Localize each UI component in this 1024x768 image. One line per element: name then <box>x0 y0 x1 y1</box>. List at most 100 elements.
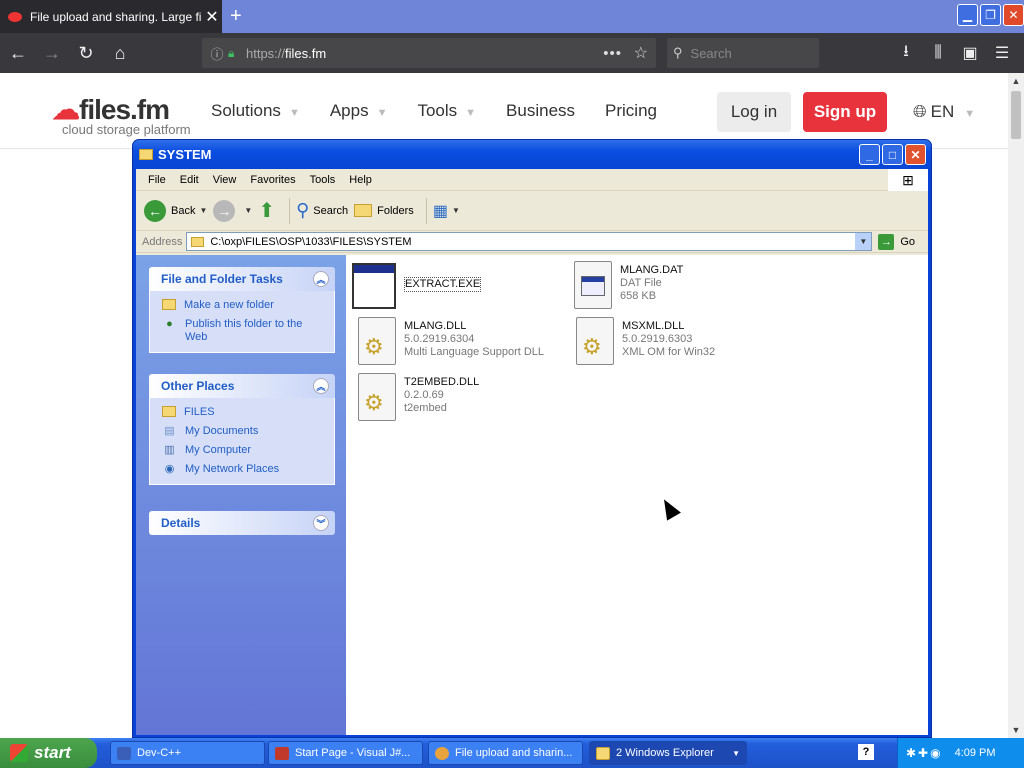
nav-pricing[interactable]: Pricing <box>605 101 657 121</box>
up-folder-button[interactable]: ⬆ <box>258 198 277 223</box>
folders-icon <box>354 204 373 217</box>
home-icon[interactable]: ⌂ <box>104 37 136 69</box>
chevron-down-icon: ▼ <box>288 107 300 119</box>
search-input[interactable]: ⚲ Search <box>667 38 819 68</box>
minimize-icon[interactable]: ▁ <box>957 4 978 26</box>
close-icon[interactable]: ✕ <box>905 144 926 165</box>
explorer-toolbar: ← Back ▼ → ▼ ⬆ ⚲ Search Folders ▦ ▼ <box>136 191 928 231</box>
forward-button[interactable]: → ▼ <box>213 199 252 222</box>
search-icon: ⚲ <box>673 45 683 60</box>
file-name: MLANG.DLL <box>404 320 467 332</box>
file-item[interactable]: ⚙ MSXML.DLL 5.0.2919.6303 XML OM for Win… <box>576 317 715 365</box>
menu-file[interactable]: File <box>141 174 173 186</box>
file-version: 5.0.2919.6304 <box>404 333 475 345</box>
explorer-titlebar[interactable]: SYSTEM <box>133 140 931 169</box>
taskbar-item-devcpp[interactable]: Dev-C++ <box>110 741 265 765</box>
explorer-body: File Edit View Favorites Tools Help ⊞ ← … <box>136 169 928 735</box>
scroll-thumb[interactable] <box>1011 91 1021 139</box>
place-my-computer[interactable]: ▥ My Computer <box>162 444 324 457</box>
place-my-network-places[interactable]: ◉ My Network Places <box>162 463 324 476</box>
task-pane: File and Folder Tasks ︽ Make a new folde… <box>136 255 346 735</box>
lock-icon: 🔒︎ <box>228 45 235 60</box>
page-scrollbar[interactable]: ▲ ▼ <box>1008 73 1024 738</box>
file-description: Multi Language Support DLL <box>404 346 545 358</box>
menu-view[interactable]: View <box>206 174 244 186</box>
menu-icon[interactable]: ☰ <box>988 39 1016 67</box>
expand-icon[interactable]: ︾ <box>313 515 329 531</box>
reload-icon[interactable]: ↻ <box>70 37 102 69</box>
make-new-folder-link[interactable]: Make a new folder <box>162 299 324 312</box>
taskbar-item-visual-j[interactable]: Start Page - Visual J#... <box>268 741 423 765</box>
dll-file-icon: ⚙ <box>358 317 396 365</box>
signup-button[interactable]: Sign up <box>803 92 887 132</box>
file-item[interactable]: ⚙ T2EMBED.DLL 0.2.0.69 t2embed <box>358 373 479 421</box>
browser-tab[interactable]: File upload and sharing. Large file ✕ <box>0 0 222 33</box>
maximize-icon[interactable]: □ <box>882 144 903 165</box>
files-fm-logo[interactable]: ☁files.fm cloud storage platform <box>52 93 191 137</box>
page-actions-icon[interactable]: ••• <box>603 45 622 62</box>
other-places-header[interactable]: Other Places ︽ <box>149 374 335 398</box>
start-button[interactable]: start <box>0 738 97 768</box>
scroll-down-icon[interactable]: ▼ <box>1008 722 1024 738</box>
menu-edit[interactable]: Edit <box>173 174 206 186</box>
go-button[interactable]: → Go <box>878 233 915 250</box>
file-item[interactable]: EXTRACT.EXE <box>352 263 482 309</box>
bookmark-star-icon[interactable]: ☆ <box>634 43 648 63</box>
chevron-down-icon: ▼ <box>376 107 388 119</box>
nav-tools[interactable]: Tools ▼ <box>417 101 476 121</box>
toolbar-separator <box>425 197 427 224</box>
chevron-down-icon[interactable]: ▼ <box>855 233 872 250</box>
taskbar-item-explorer-group[interactable]: 2 Windows Explorer ▼ <box>589 741 747 765</box>
language-selector[interactable]: 🌐︎ EN ▼ <box>913 102 975 122</box>
help-icon[interactable]: ? <box>858 744 874 760</box>
place-my-documents[interactable]: ▤ My Documents <box>162 425 324 438</box>
back-arrow-icon[interactable]: ← <box>2 37 34 69</box>
nav-solutions[interactable]: Solutions ▼ <box>211 101 300 121</box>
details-header[interactable]: Details ︾ <box>149 511 335 535</box>
tab-close-icon[interactable]: ✕ <box>202 7 222 27</box>
file-list: EXTRACT.EXE MLANG.DAT DAT File 658 KB ⚙ … <box>346 255 928 735</box>
folders-button[interactable]: Folders <box>354 204 414 217</box>
nav-business[interactable]: Business <box>506 101 575 121</box>
address-label: Address <box>142 235 183 248</box>
login-button[interactable]: Log in <box>717 92 791 132</box>
views-button[interactable]: ▦ ▼ <box>433 201 460 221</box>
address-field[interactable]: C:\oxp\FILES\OSP\1033\FILES\SYSTEM ▼ <box>186 232 873 251</box>
info-icon[interactable]: ⓘ <box>206 44 228 63</box>
new-tab-button[interactable]: + <box>230 5 242 28</box>
windows-flag-icon <box>10 744 28 762</box>
collapse-icon[interactable]: ︽ <box>313 271 329 287</box>
url-protocol: https:// <box>246 45 286 61</box>
menu-tools[interactable]: Tools <box>303 174 343 186</box>
minimize-icon[interactable]: _ <box>859 144 880 165</box>
tray-icons[interactable]: ✱✚◉ <box>906 746 943 760</box>
folder-icon <box>191 236 205 247</box>
url-host: files.fm <box>285 45 327 61</box>
publish-folder-link[interactable]: ● Publish this folder to the Web <box>162 318 324 344</box>
nav-apps[interactable]: Apps ▼ <box>330 101 388 121</box>
place-files[interactable]: FILES <box>162 406 324 419</box>
url-bar[interactable]: ⓘ 🔒︎ https://files.fm ••• ☆ <box>202 38 656 68</box>
search-icon: ⚲ <box>296 200 310 220</box>
restore-icon[interactable]: ❐ <box>980 4 1001 26</box>
system-tray: ✱✚◉ 4:09 PM <box>897 738 1024 768</box>
menu-help[interactable]: Help <box>342 174 379 186</box>
close-icon[interactable]: ✕ <box>1003 4 1024 26</box>
menu-favorites[interactable]: Favorites <box>243 174 302 186</box>
search-button[interactable]: ⚲ Search <box>296 200 348 221</box>
file-version: 0.2.0.69 <box>404 389 444 401</box>
explorer-window: SYSTEM _ □ ✕ File Edit View Favorites To… <box>132 139 932 738</box>
back-button[interactable]: ← Back ▼ <box>144 199 207 222</box>
exe-file-icon <box>352 263 396 309</box>
dat-file-icon <box>574 261 612 309</box>
file-item[interactable]: ⚙ MLANG.DLL 5.0.2919.6304 Multi Language… <box>358 317 544 365</box>
file-item[interactable]: MLANG.DAT DAT File 658 KB <box>574 261 683 309</box>
scroll-up-icon[interactable]: ▲ <box>1008 73 1024 89</box>
download-icon[interactable]: ⭳ <box>892 39 920 67</box>
taskbar-item-browser[interactable]: File upload and sharin... <box>428 741 583 765</box>
library-icon[interactable]: ⫼ <box>924 39 952 67</box>
file-folder-tasks-header[interactable]: File and Folder Tasks ︽ <box>149 267 335 291</box>
sidebar-icon[interactable]: ▣ <box>956 39 984 67</box>
forward-arrow-icon[interactable]: → <box>36 37 68 69</box>
collapse-icon[interactable]: ︽ <box>313 378 329 394</box>
